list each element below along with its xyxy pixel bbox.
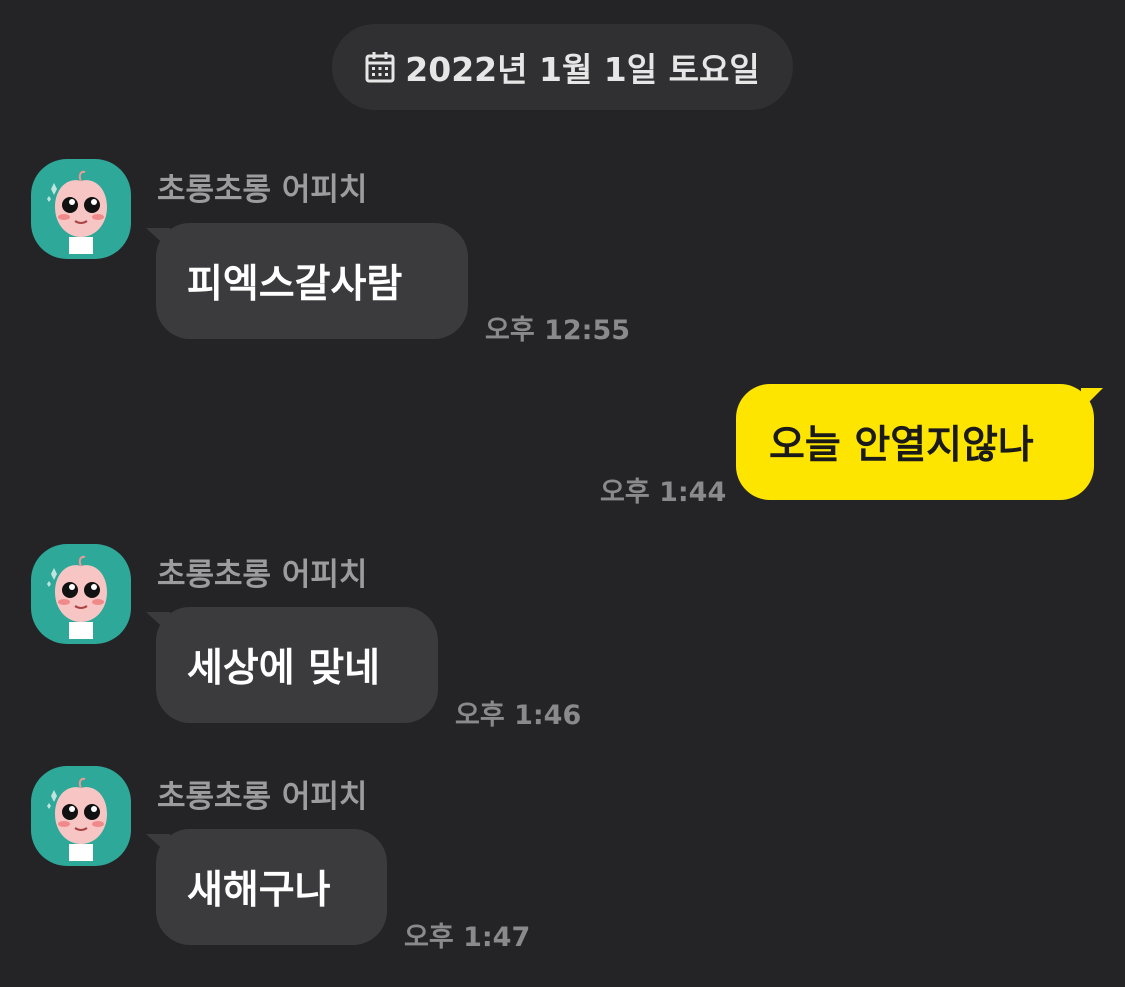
- calendar-icon: [365, 51, 395, 83]
- message-bubble[interactable]: 오늘 안열지않나: [736, 384, 1094, 500]
- message-bubble[interactable]: 세상에 맞네: [156, 607, 438, 723]
- chat-room: 2022년 1월 1일 토요일 초롱초롱 어피치 피엑스갈사람 오후 12:55…: [0, 0, 1125, 987]
- sender-name: 초롱초롱 어피치: [157, 779, 368, 815]
- message-time: 오후 1:47: [404, 922, 531, 953]
- sender-name: 초롱초롱 어피치: [157, 557, 368, 593]
- message-time: 오후 12:55: [485, 315, 631, 346]
- message-text: 피엑스갈사람: [187, 262, 403, 307]
- message-time: 오후 1:44: [600, 477, 727, 508]
- message-text: 세상에 맞네: [187, 646, 380, 691]
- date-divider: 2022년 1월 1일 토요일: [332, 24, 793, 110]
- sender-name: 초롱초롱 어피치: [157, 172, 368, 208]
- message-text: 오늘 안열지않나: [769, 423, 1034, 468]
- message-text: 새해구나: [187, 868, 331, 913]
- bubble-tail: [1081, 388, 1103, 410]
- message-bubble[interactable]: 새해구나: [156, 829, 387, 945]
- apeach-avatar-icon[interactable]: [31, 159, 131, 259]
- apeach-avatar-icon[interactable]: [31, 544, 131, 644]
- date-label: 2022년 1월 1일 토요일: [405, 50, 760, 89]
- message-bubble[interactable]: 피엑스갈사람: [156, 223, 468, 339]
- message-time: 오후 1:46: [455, 700, 582, 731]
- apeach-avatar-icon[interactable]: [31, 766, 131, 866]
